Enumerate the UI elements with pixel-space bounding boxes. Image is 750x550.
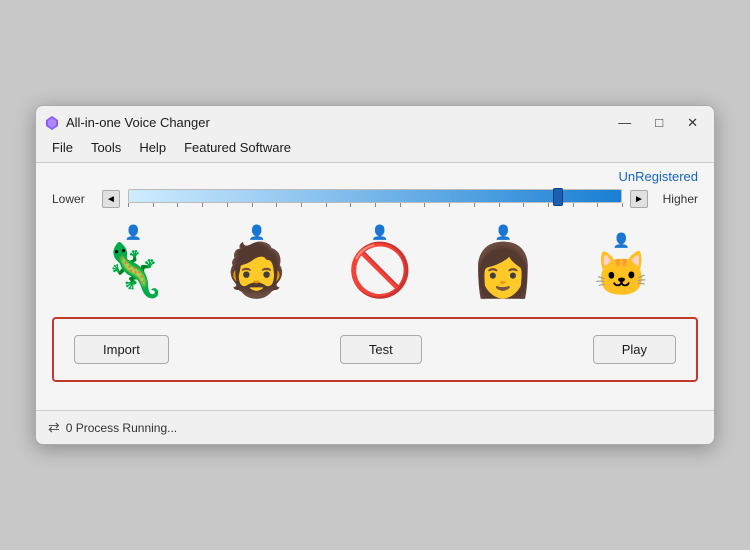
menu-featured-software[interactable]: Featured Software — [176, 137, 299, 158]
main-window: All-in-one Voice Changer — □ ✕ File Tool… — [35, 105, 715, 445]
tick-14 — [474, 203, 475, 207]
play-button[interactable]: Play — [593, 335, 676, 364]
cat-indicator: 👤 — [613, 232, 630, 249]
tick-17 — [548, 203, 549, 207]
tick-19 — [597, 203, 598, 207]
minimize-button[interactable]: — — [614, 114, 635, 131]
male-emoji: 🧔 — [224, 245, 289, 297]
tick-3 — [202, 203, 203, 207]
maximize-button[interactable]: □ — [651, 114, 667, 131]
tick-row — [128, 203, 622, 209]
pitch-left-arrow[interactable]: ◄ — [102, 190, 120, 208]
menu-tools[interactable]: Tools — [83, 137, 129, 158]
tick-6 — [276, 203, 277, 207]
tick-20 — [622, 203, 623, 207]
status-text: 0 Process Running... — [66, 421, 177, 435]
tick-12 — [424, 203, 425, 207]
tick-5 — [252, 203, 253, 207]
pitch-right-arrow[interactable]: ► — [630, 190, 648, 208]
title-bar-left: All-in-one Voice Changer — [44, 115, 210, 131]
avatar-dragon[interactable]: 👤 🦎 — [101, 224, 166, 297]
avatar-male-face[interactable]: 👤 🧔 — [224, 224, 289, 297]
female-indicator: 👤 — [494, 224, 511, 241]
tick-18 — [573, 203, 574, 207]
import-button[interactable]: Import — [74, 335, 169, 364]
buttons-container: Import Test Play — [52, 317, 698, 382]
cat-emoji: 🐱 — [594, 253, 649, 297]
tick-13 — [449, 203, 450, 207]
menu-file[interactable]: File — [44, 137, 81, 158]
tick-15 — [499, 203, 500, 207]
menu-bar: File Tools Help Featured Software — [36, 135, 714, 162]
menu-help[interactable]: Help — [131, 137, 174, 158]
tick-8 — [326, 203, 327, 207]
blocked-emoji: 🚫 — [348, 245, 413, 297]
male-indicator: 👤 — [248, 224, 265, 241]
lower-label: Lower — [52, 192, 94, 206]
title-bar: All-in-one Voice Changer — □ ✕ — [36, 106, 714, 135]
unregistered-row: UnRegistered — [52, 169, 698, 184]
tick-9 — [350, 203, 351, 207]
dragon-emoji: 🦎 — [101, 245, 166, 297]
higher-label: Higher — [656, 192, 698, 206]
process-icon: ⇄ — [48, 419, 60, 436]
tick-16 — [523, 203, 524, 207]
female-emoji: 👩 — [471, 245, 536, 297]
tick-10 — [375, 203, 376, 207]
tick-7 — [301, 203, 302, 207]
dragon-indicator: 👤 — [125, 224, 142, 241]
avatar-female-face[interactable]: 👤 👩 — [471, 224, 536, 297]
close-button[interactable]: ✕ — [683, 114, 702, 131]
window-title: All-in-one Voice Changer — [66, 115, 210, 130]
avatar-blocked[interactable]: 👤 🚫 — [348, 224, 413, 297]
pitch-row: Lower ◄ — [52, 188, 698, 210]
pitch-track[interactable] — [128, 188, 622, 210]
avatar-cat[interactable]: 👤 🐱 — [594, 232, 649, 297]
content-area: UnRegistered Lower ◄ — [36, 162, 714, 410]
blocked-indicator: 👤 — [371, 224, 388, 241]
unregistered-label[interactable]: UnRegistered — [619, 169, 699, 184]
pitch-gradient-bar[interactable] — [128, 189, 622, 203]
window-controls: — □ ✕ — [614, 114, 702, 131]
tick-11 — [400, 203, 401, 207]
tick-0 — [128, 203, 129, 207]
tick-2 — [177, 203, 178, 207]
status-bar: ⇄ 0 Process Running... — [36, 410, 714, 444]
tick-1 — [153, 203, 154, 207]
app-icon — [44, 115, 60, 131]
avatars-row: 👤 🦎 👤 🧔 👤 🚫 👤 👩 👤 🐱 — [52, 214, 698, 305]
tick-4 — [227, 203, 228, 207]
test-button[interactable]: Test — [340, 335, 422, 364]
